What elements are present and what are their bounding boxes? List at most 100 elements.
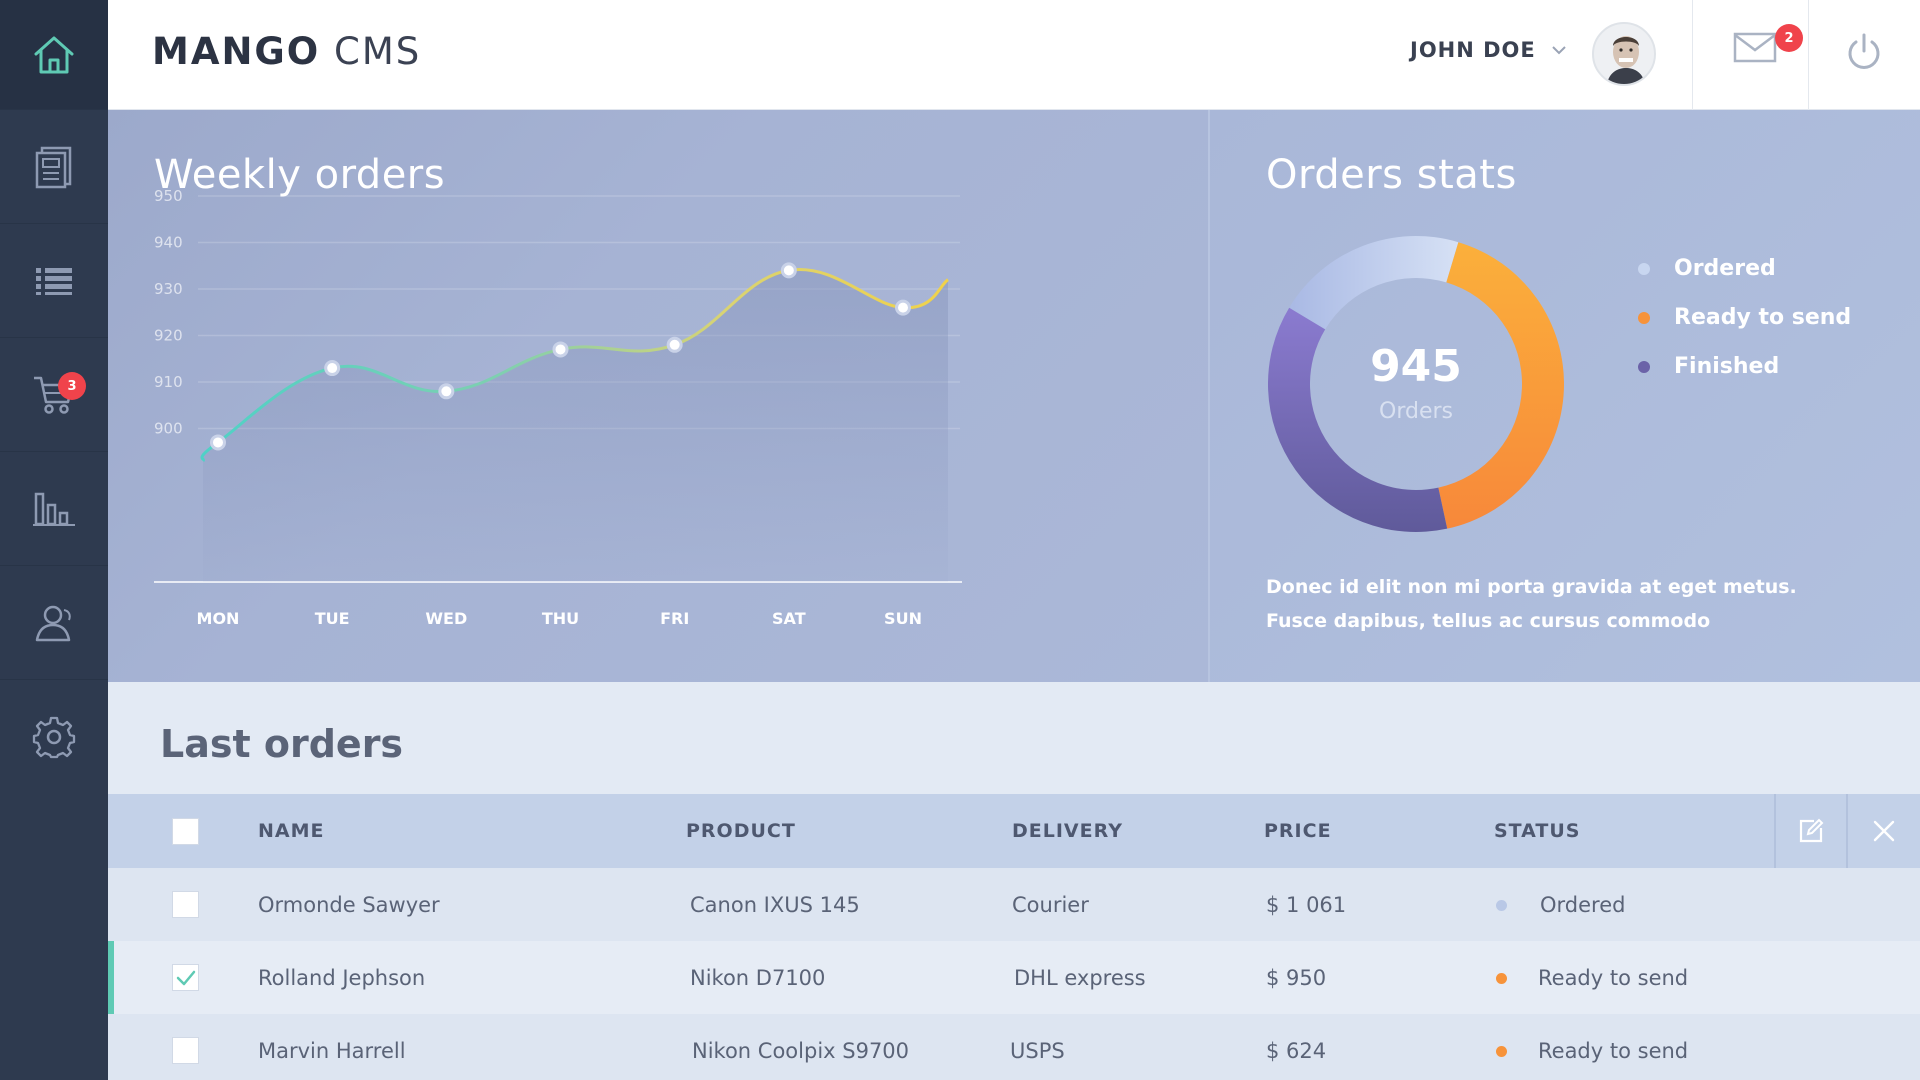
sidebar-item-cart[interactable]: 3 [0, 338, 108, 452]
order-product: Canon IXUS 145 [690, 892, 860, 917]
sidebar-item-settings[interactable] [0, 680, 108, 794]
bar-chart-icon [33, 492, 75, 526]
row-checkbox[interactable] [172, 891, 199, 918]
list-icon [36, 267, 72, 295]
user-avatar-icon [1606, 36, 1646, 84]
data-point[interactable] [438, 383, 455, 400]
mail-icon [1733, 32, 1777, 63]
legend-dot [1638, 360, 1650, 373]
y-tick-label: 950 [154, 187, 183, 205]
x-tick-label: SUN [884, 609, 922, 628]
y-tick-label: 920 [154, 327, 183, 345]
column-header-status[interactable]: STATUS [1494, 794, 1580, 868]
orders-stats-title: Orders stats [1266, 152, 1517, 198]
document-icon [35, 146, 72, 188]
power-icon [1848, 33, 1880, 69]
logout-button[interactable] [1844, 32, 1884, 76]
legend-label: Ready to send [1674, 305, 1852, 330]
avatar[interactable] [1592, 22, 1656, 86]
row-checkbox[interactable] [172, 1037, 199, 1064]
column-header-product[interactable]: PRODUCT [686, 794, 796, 868]
stats-description: Donec id elit non mi porta gravida at eg… [1266, 570, 1866, 638]
users-icon [35, 605, 71, 641]
close-icon [1873, 820, 1895, 842]
x-tick-label: TUE [315, 609, 350, 628]
legend-dot [1638, 262, 1650, 275]
donut-center: 945 Orders [1266, 234, 1566, 534]
weekly-orders-chart: 950 940 930 920 910 900 MON TUE WED THU FRI SAT SUN [154, 187, 962, 628]
user-menu[interactable]: JOHN DOE [1410, 38, 1566, 62]
data-point[interactable] [666, 336, 683, 353]
status-dot [1496, 973, 1507, 984]
total-orders-value: 945 [1370, 340, 1462, 392]
y-tick-label: 900 [154, 420, 183, 438]
brand-name: MANGO [152, 30, 321, 73]
data-point[interactable] [324, 360, 341, 377]
x-tick-label: SAT [772, 609, 806, 628]
edit-icon [1799, 818, 1824, 843]
cart-badge: 3 [58, 372, 86, 400]
legend-item: Finished [1630, 342, 1851, 391]
stats-description-line: Donec id elit non mi porta gravida at eg… [1266, 576, 1797, 598]
data-point[interactable] [780, 262, 797, 279]
y-tick-label: 940 [154, 234, 183, 252]
table-row[interactable]: Rolland Jephson Nikon D7100 DHL express … [108, 941, 1920, 1014]
status-dot [1496, 900, 1507, 911]
total-orders-label: Orders [1379, 398, 1453, 424]
order-name: Marvin Harrell [258, 1038, 406, 1063]
order-status: Ordered [1540, 892, 1626, 917]
column-header-name[interactable]: NAME [258, 794, 325, 868]
header-divider [1808, 0, 1809, 110]
order-price: $ 950 [1266, 965, 1327, 990]
delete-button[interactable] [1846, 794, 1920, 868]
order-delivery: DHL express [1014, 965, 1146, 990]
selected-row-indicator [108, 941, 114, 1014]
y-tick-label: 930 [154, 280, 183, 298]
x-tick-label: MON [197, 609, 240, 628]
series-area [201, 269, 949, 582]
x-tick-label: WED [425, 609, 467, 628]
legend-label: Finished [1674, 354, 1780, 379]
sidebar-item-stats[interactable] [0, 452, 108, 566]
data-point[interactable] [210, 434, 226, 451]
stats-description-line: Fusce dapibus, tellus ac cursus commodo [1266, 610, 1711, 632]
orders-donut-chart: 945 Orders [1266, 234, 1566, 534]
order-delivery: Courier [1012, 892, 1089, 917]
column-header-price[interactable]: PRICE [1264, 794, 1332, 868]
sidebar: 3 [0, 0, 108, 1080]
data-point[interactable] [895, 299, 911, 316]
order-product: Nikon Coolpix S9700 [692, 1038, 910, 1063]
order-name: Ormonde Sawyer [258, 892, 440, 917]
chevron-down-icon [1552, 46, 1566, 55]
app-logo[interactable]: MANGO CMS [152, 30, 421, 73]
order-price: $ 1 061 [1266, 892, 1347, 917]
edit-button[interactable] [1774, 794, 1846, 868]
select-all-checkbox[interactable] [172, 818, 199, 845]
header-divider [1692, 0, 1693, 110]
top-bar: MANGO CMS JOHN DOE 2 [108, 0, 1920, 110]
column-header-delivery[interactable]: DELIVERY [1012, 794, 1123, 868]
user-name: JOHN DOE [1410, 38, 1536, 62]
legend-item: Ready to send [1630, 293, 1851, 342]
mail-button[interactable] [1733, 30, 1777, 68]
sidebar-item-documents[interactable] [0, 110, 108, 224]
table-row[interactable]: Ormonde Sawyer Canon IXUS 145 Courier $ … [108, 868, 1920, 941]
checkmark-icon [176, 970, 195, 985]
legend-label: Ordered [1674, 256, 1776, 281]
last-orders-title: Last orders [160, 722, 404, 766]
data-point[interactable] [552, 341, 569, 358]
mail-badge: 2 [1775, 24, 1803, 52]
row-checkbox[interactable] [172, 964, 199, 991]
order-status: Ready to send [1538, 965, 1689, 990]
brand-suffix: CMS [334, 30, 422, 73]
table-row[interactable]: Marvin Harrell Nikon Coolpix S9700 USPS … [108, 1014, 1920, 1080]
legend-dot [1638, 311, 1650, 324]
sidebar-item-users[interactable] [0, 566, 108, 680]
orders-stats-panel: Orders stats 945 Orders Ordered Ready to… [1208, 110, 1920, 682]
order-name: Rolland Jephson [258, 965, 426, 990]
legend-item: Ordered [1630, 244, 1851, 293]
sidebar-item-home[interactable] [0, 0, 108, 110]
sidebar-item-list[interactable] [0, 224, 108, 338]
gear-icon [32, 716, 76, 759]
y-tick-label: 910 [154, 373, 183, 391]
